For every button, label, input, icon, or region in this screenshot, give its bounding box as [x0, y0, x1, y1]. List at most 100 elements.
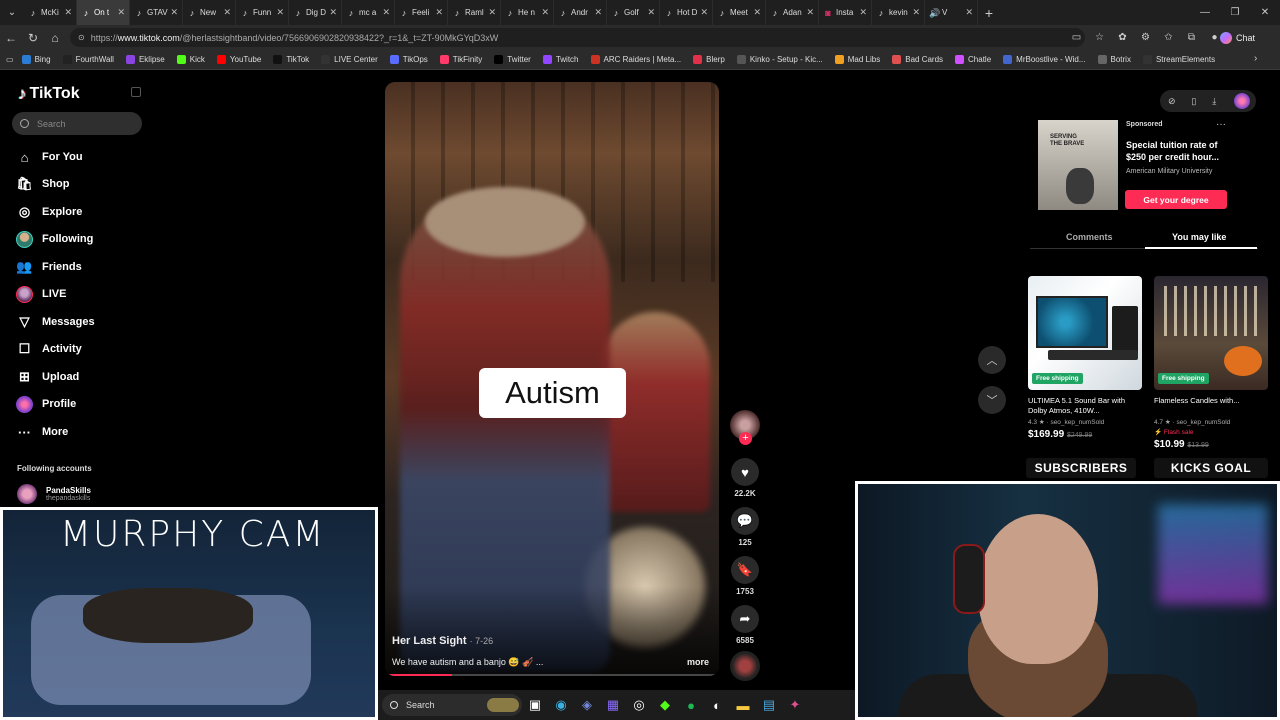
close-window-button[interactable]: ✕: [1250, 0, 1280, 25]
tab-close-icon[interactable]: ✕: [488, 7, 496, 18]
nav-item-messages[interactable]: ▽ Messages: [16, 312, 95, 332]
browser-tab[interactable]: ♪ Hot D ✕: [660, 0, 713, 25]
tab-close-icon[interactable]: ✕: [435, 7, 443, 18]
product-card[interactable]: Free shipping ULTIMEA 5.1 Sound Bar with…: [1028, 276, 1142, 440]
ad-more-options-icon[interactable]: ···: [1216, 119, 1226, 130]
follow-plus-icon[interactable]: +: [739, 432, 752, 445]
bookmark-item[interactable]: TikFinity: [439, 55, 482, 64]
browser-tab[interactable]: ♪ New ✕: [183, 0, 236, 25]
bookmark-item[interactable]: Kick: [176, 55, 205, 64]
share-button[interactable]: ➦ 6585: [726, 605, 764, 645]
restore-button[interactable]: ❐: [1220, 0, 1250, 25]
browser-tab[interactable]: ♪ He n ✕: [501, 0, 554, 25]
video-player[interactable]: Autism Her Last Sight · 7-26 We have aut…: [385, 82, 719, 676]
app-icon[interactable]: ◎: [626, 692, 652, 718]
tab-close-icon[interactable]: ✕: [382, 7, 390, 18]
tab-close-icon[interactable]: ✕: [117, 7, 125, 18]
tab-close-icon[interactable]: ✕: [965, 7, 973, 18]
copilot-chat-button[interactable]: Chat: [1220, 28, 1255, 47]
browser-tab[interactable]: ♪ McKi ✕: [24, 0, 77, 25]
tab-close-icon[interactable]: ✕: [223, 7, 231, 18]
bookmark-item[interactable]: Kinko - Setup - Kic...: [736, 55, 823, 64]
edge-icon[interactable]: ◉: [548, 692, 574, 718]
nav-item-explore[interactable]: ◎ Explore: [16, 202, 83, 222]
tab-close-icon[interactable]: ✕: [329, 7, 337, 18]
nav-item-for-you[interactable]: ⌂ For You: [16, 147, 83, 167]
split-screen-icon[interactable]: ⚙: [1134, 32, 1157, 43]
extensions-icon[interactable]: ✿: [1111, 32, 1134, 43]
bookmark-item[interactable]: Mad Libs: [834, 55, 880, 64]
bookmark-item[interactable]: FourthWall: [62, 55, 114, 64]
browser-tab[interactable]: ◙ Insta ✕: [819, 0, 872, 25]
notepad-icon[interactable]: ▤: [756, 692, 782, 718]
reader-icon[interactable]: ▭: [1065, 32, 1088, 43]
tab-close-icon[interactable]: ✕: [700, 7, 708, 18]
next-video-button[interactable]: ﹀: [978, 386, 1006, 414]
browser-tab[interactable]: ♪ Adan ✕: [766, 0, 819, 25]
tab-comments[interactable]: Comments: [1066, 232, 1113, 242]
photos-icon[interactable]: ✦: [782, 692, 808, 718]
ad-cta-button[interactable]: Get your degree: [1125, 190, 1227, 209]
bookmark-item[interactable]: TikTok: [273, 55, 309, 64]
favorites-icon[interactable]: ✩: [1157, 32, 1180, 43]
browser-tab[interactable]: 🔊 V ✕: [925, 0, 978, 25]
tab-close-icon[interactable]: ✕: [859, 7, 867, 18]
browser-tab[interactable]: ♪ kevin ✕: [872, 0, 925, 25]
comment-button[interactable]: 💬 125: [726, 507, 764, 547]
browser-tab[interactable]: ♪ Golf ✕: [607, 0, 660, 25]
bookmark-item[interactable]: Bing: [21, 55, 51, 64]
video-more-link[interactable]: more: [687, 657, 709, 667]
ad-title[interactable]: Special tuition rate of $250 per credit …: [1126, 139, 1231, 163]
browser-tab[interactable]: ♪ Raml ✕: [448, 0, 501, 25]
nav-item-shop[interactable]: 🛍 Shop: [16, 174, 69, 194]
following-account-item[interactable]: PandaSkills thepandaskills: [17, 484, 91, 504]
music-disc-icon[interactable]: [730, 651, 760, 681]
tiktok-search-input[interactable]: Search: [12, 112, 142, 135]
nav-item-following[interactable]: Following: [16, 229, 93, 249]
site-info-icon[interactable]: ⊙: [78, 33, 85, 42]
browser-tab[interactable]: ♪ Meet ✕: [713, 0, 766, 25]
nav-item-profile[interactable]: Profile: [16, 394, 76, 414]
file-explorer-icon[interactable]: ▬: [730, 692, 756, 718]
browser-tab[interactable]: ♪ GTAV ✕: [130, 0, 183, 25]
product-card[interactable]: Free shipping Flameless Candles with... …: [1154, 276, 1268, 450]
tab-you-may-like[interactable]: You may like: [1172, 232, 1226, 242]
bookmark-item[interactable]: ARC Raiders | Meta...: [590, 55, 681, 64]
previous-video-button[interactable]: ︿: [978, 346, 1006, 374]
get-app-icon[interactable]: ▯: [1191, 96, 1196, 107]
apps-grid-icon[interactable]: ▦: [600, 692, 626, 718]
user-profile-avatar[interactable]: [1234, 93, 1250, 109]
get-coins-icon[interactable]: ⊘: [1168, 96, 1176, 107]
tab-close-icon[interactable]: ✕: [594, 7, 602, 18]
bookmark-item[interactable]: Twitch: [542, 55, 579, 64]
tab-close-icon[interactable]: ✕: [64, 7, 72, 18]
tab-close-icon[interactable]: ✕: [541, 7, 549, 18]
bookmark-item[interactable]: YouTube: [216, 55, 261, 64]
bookmark-item[interactable]: Eklipse: [125, 55, 165, 64]
favorite-star-icon[interactable]: ☆: [1088, 32, 1111, 43]
new-tab-button[interactable]: +: [978, 5, 1000, 21]
nav-item-more[interactable]: ··· More: [16, 422, 68, 442]
tab-close-icon[interactable]: ✕: [753, 7, 761, 18]
home-button[interactable]: ⌂: [44, 31, 66, 45]
browser-tab[interactable]: ♪ mc a ✕: [342, 0, 395, 25]
bookmark-item[interactable]: Botrix: [1097, 55, 1131, 64]
bookmark-item[interactable]: MrBoostlive - Wid...: [1003, 55, 1086, 64]
tab-list-menu-icon[interactable]: ⌄: [0, 0, 24, 25]
tab-close-icon[interactable]: ✕: [276, 7, 284, 18]
nav-item-friends[interactable]: 👥 Friends: [16, 257, 81, 277]
tab-close-icon[interactable]: ✕: [647, 7, 655, 18]
download-icon[interactable]: ⤓: [1212, 96, 1216, 107]
nav-item-activity[interactable]: ☐ Activity: [16, 339, 82, 359]
minimize-button[interactable]: —: [1190, 0, 1220, 25]
browser-tab[interactable]: ♪ Feeli ✕: [395, 0, 448, 25]
bookmark-item[interactable]: TikOps: [389, 55, 428, 64]
tiktok-logo[interactable]: ♪ TikTok: [18, 84, 80, 104]
task-view-icon[interactable]: ▣: [522, 692, 548, 718]
bookmark-item[interactable]: Blerp: [693, 55, 725, 64]
back-button[interactable]: ←: [0, 31, 22, 45]
tab-close-icon[interactable]: ✕: [170, 7, 178, 18]
video-progress-bar[interactable]: [385, 674, 719, 676]
address-bar[interactable]: ⊙ https://www.tiktok.com/@herlastsightba…: [70, 28, 1085, 47]
kick-app-icon[interactable]: ◆: [652, 692, 678, 718]
